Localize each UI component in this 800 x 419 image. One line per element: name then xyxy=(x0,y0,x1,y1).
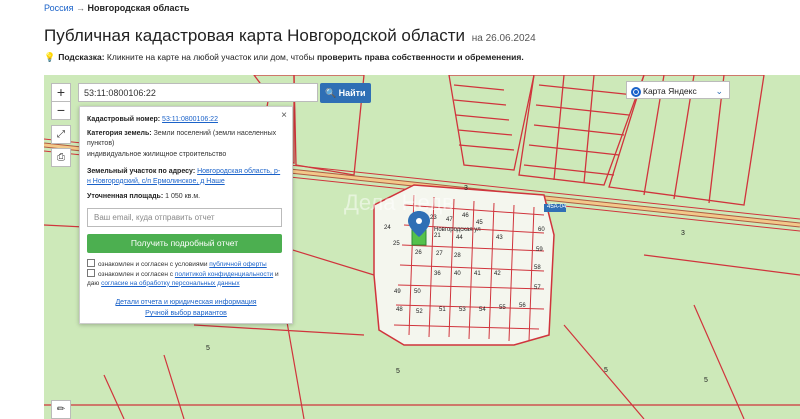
plot-number-label: 24 xyxy=(384,225,391,231)
page-title: Публичная кадастровая карта Новгородской… xyxy=(44,26,536,46)
offer-text: ознакомлен и согласен с условиями xyxy=(98,261,208,268)
plot-number-label: 41 xyxy=(474,271,481,277)
plot-number-label: 56 xyxy=(519,303,526,309)
plot-number-label: 53 xyxy=(459,307,466,313)
road-label-3a: 3 xyxy=(464,185,468,192)
breadcrumb-root-link[interactable]: Россия xyxy=(44,3,74,13)
location-marker-dot xyxy=(416,218,422,224)
radio-icon xyxy=(631,86,641,97)
plot-number-label: 23 xyxy=(430,215,437,221)
lightbulb-icon: 💡 xyxy=(44,52,56,62)
plot-number-label: 26 xyxy=(415,250,422,256)
road-label-3b: 3 xyxy=(681,230,685,237)
area-label: Уточненная площадь: xyxy=(87,193,164,200)
hint-bold-text: проверить права собственности и обремене… xyxy=(316,52,524,62)
privacy-link[interactable]: политикой конфиденциальности xyxy=(175,271,273,278)
address-label: Земельный участок по адресу: xyxy=(87,168,196,175)
plot-number-label: 36 xyxy=(434,271,441,277)
plot-number-label: 42 xyxy=(494,271,501,277)
chevron-down-icon: ⌄ xyxy=(715,86,723,96)
print-icon[interactable]: ⎙ xyxy=(51,148,71,167)
offer-link[interactable]: публичной оферты xyxy=(209,261,266,268)
email-field[interactable]: Ваш email, куда отправить отчет xyxy=(87,208,282,227)
zoom-in-button[interactable]: + xyxy=(51,83,71,102)
watermark: Дела Недв xyxy=(344,190,454,215)
zoom-out-button[interactable]: − xyxy=(51,101,71,120)
plot-number-label: 57 xyxy=(534,285,541,291)
cadnum-row: Кадастровый номер: 53:11:0800106:22 xyxy=(87,115,284,125)
area-row: Уточненная площадь: 1 050 кв.м. xyxy=(87,192,284,202)
breadcrumb-current: Новгородская область xyxy=(87,3,190,13)
plot-number-label: 50 xyxy=(414,289,421,295)
page-title-date: на 26.06.2024 xyxy=(471,33,536,44)
category-label: Категория земель: xyxy=(87,130,152,137)
plot-number-label: 54 xyxy=(479,307,486,313)
plot-number-label: 43 xyxy=(496,235,503,241)
highway-badge: 45А-04 xyxy=(547,204,567,210)
plot-number-label: 55 xyxy=(499,305,506,311)
consent-link[interactable]: согласие на обработку персональных данны… xyxy=(101,280,240,287)
plot-number-label: 52 xyxy=(416,309,423,315)
search-button-label: Найти xyxy=(338,88,366,98)
hint-text: Кликните на карте на любой участок или д… xyxy=(106,52,315,62)
plot-number-label: 47 xyxy=(446,217,453,223)
offer-checkbox[interactable] xyxy=(87,259,95,267)
plot-number-label: 46 xyxy=(462,213,469,219)
road-label-5a: 5 xyxy=(206,345,210,352)
area-value: 1 050 кв.м. xyxy=(165,193,201,200)
plot-number-label: 58 xyxy=(534,265,541,271)
street-label: Новгородская ул xyxy=(434,227,481,233)
breadcrumb: Россия → Новгородская область xyxy=(44,3,189,13)
cadnum-label: Кадастровый номер: xyxy=(87,116,161,123)
plot-number-label: 44 xyxy=(456,235,463,241)
plot-number-label: 28 xyxy=(454,253,461,259)
road-label-5d: 5 xyxy=(704,377,708,384)
road-label-5b: 5 xyxy=(396,368,400,375)
plot-number-label: 25 xyxy=(393,241,400,247)
search-button[interactable]: 🔍 Найти xyxy=(320,83,371,103)
plot-number-label: 59 xyxy=(536,247,543,253)
map-layer-select[interactable]: Карта Яндекс ⌄ xyxy=(626,81,730,99)
ruler-icon[interactable]: ✏ xyxy=(51,400,71,419)
road-label-5c: 5 xyxy=(604,367,608,374)
hint-line: 💡 Подсказка: Кликните на карте на любой у… xyxy=(44,52,524,63)
fullscreen-icon[interactable]: ⤢ xyxy=(51,125,71,144)
plot-number-label: 60 xyxy=(538,227,545,233)
privacy-checkbox[interactable] xyxy=(87,269,95,277)
privacy-text: ознакомлен и согласен с xyxy=(98,271,174,278)
hint-label: Подсказка: xyxy=(58,52,105,62)
plot-number-label: 49 xyxy=(394,289,401,295)
plot-number-label: 27 xyxy=(436,251,443,257)
layer-select-label: Карта Яндекс xyxy=(643,86,697,96)
search-icon: 🔍 xyxy=(325,88,337,98)
cadnum-link[interactable]: 53:11:0800106:22 xyxy=(162,116,218,123)
breadcrumb-separator: → xyxy=(76,3,86,13)
privacy-checkbox-row[interactable]: ознакомлен и согласен с политикой конфид… xyxy=(87,269,282,288)
plot-number-label: 51 xyxy=(439,307,446,313)
plot-number-label: 40 xyxy=(454,271,461,277)
category-row: Категория земель: Земли поселений (земли… xyxy=(87,129,284,148)
usage-row: индивидуальное жилищное строительство xyxy=(87,151,227,158)
cadastral-search-input[interactable]: 53:11:0800106:22 xyxy=(78,83,318,102)
get-report-button[interactable]: Получить подробный отчет xyxy=(87,234,282,253)
page-title-text: Публичная кадастровая карта Новгородской… xyxy=(44,26,465,45)
manual-selection-link[interactable]: Ручной выбор вариантов xyxy=(80,310,292,317)
plot-number-label: 45 xyxy=(476,220,483,226)
plot-number-label: 48 xyxy=(396,307,403,313)
plot-number-label: 21 xyxy=(434,233,441,239)
details-link[interactable]: Детали отчета и юридическая информация xyxy=(80,299,292,306)
plot-info-popup: × Кадастровый номер: 53:11:0800106:22 Ка… xyxy=(79,106,293,324)
cadastral-map[interactable]: 45А-04 Новгородская ул 3 3 5 5 5 5 Дела … xyxy=(44,75,800,419)
offer-checkbox-row[interactable]: ознакомлен и согласен с условиями публич… xyxy=(87,259,282,270)
address-row: Земельный участок по адресу: Новгородска… xyxy=(87,167,284,186)
